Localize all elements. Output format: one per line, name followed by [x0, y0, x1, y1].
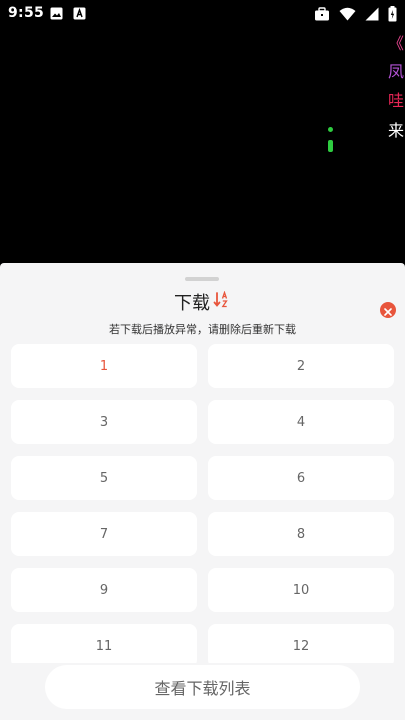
episode-button[interactable]: 11 [11, 624, 197, 664]
video-player[interactable]: 《 凤 哇 来 [0, 28, 405, 262]
screen: 9:55 《 凤 哇 来 下载 若下载后播放异常，请删除后重新下载 1 2 3 … [0, 0, 405, 720]
episode-button[interactable]: 7 [11, 512, 197, 556]
indicator-bar [328, 140, 333, 152]
close-button[interactable] [380, 302, 396, 318]
episode-button[interactable]: 8 [208, 512, 394, 556]
image-icon [50, 7, 63, 20]
status-time: 9:55 [8, 5, 45, 21]
episode-button[interactable]: 3 [11, 400, 197, 444]
status-right-icons [314, 6, 397, 22]
briefcase-icon [314, 7, 330, 21]
sort-a-z-icon[interactable] [213, 289, 231, 314]
danmaku-comment: 来 [388, 121, 405, 140]
danmaku-comment: 《 [388, 34, 405, 53]
episode-button[interactable]: 5 [11, 456, 197, 500]
text-a-icon [73, 7, 86, 20]
episode-button[interactable]: 2 [208, 344, 394, 388]
danmaku-comment: 哇 [388, 91, 405, 110]
danmaku-comment: 凤 [388, 62, 405, 81]
episode-grid: 1 2 3 4 5 6 7 8 9 10 11 12 [11, 344, 394, 664]
episode-button[interactable]: 1 [11, 344, 197, 388]
episode-button[interactable]: 6 [208, 456, 394, 500]
episode-button[interactable]: 4 [208, 400, 394, 444]
episode-button[interactable]: 9 [11, 568, 197, 612]
status-bar: 9:55 [0, 0, 405, 28]
bottom-bar: 查看下载列表 [0, 663, 405, 720]
download-hint: 若下载后播放异常，请删除后重新下载 [109, 323, 296, 336]
sheet-title: 下载 [174, 293, 210, 314]
download-sheet: 下载 若下载后播放异常，请删除后重新下载 1 2 3 4 5 6 7 8 9 1… [0, 263, 405, 720]
episode-button[interactable]: 12 [208, 624, 394, 664]
episode-button[interactable]: 10 [208, 568, 394, 612]
signal-icon [365, 7, 379, 21]
sheet-title-row: 下载 [0, 289, 405, 315]
close-icon [384, 301, 392, 320]
drag-handle[interactable] [185, 277, 219, 281]
status-left-icons [50, 7, 86, 20]
wifi-icon [339, 7, 356, 21]
indicator-dot [328, 127, 333, 132]
battery-icon [388, 6, 397, 22]
view-download-list-button[interactable]: 查看下载列表 [45, 665, 360, 709]
